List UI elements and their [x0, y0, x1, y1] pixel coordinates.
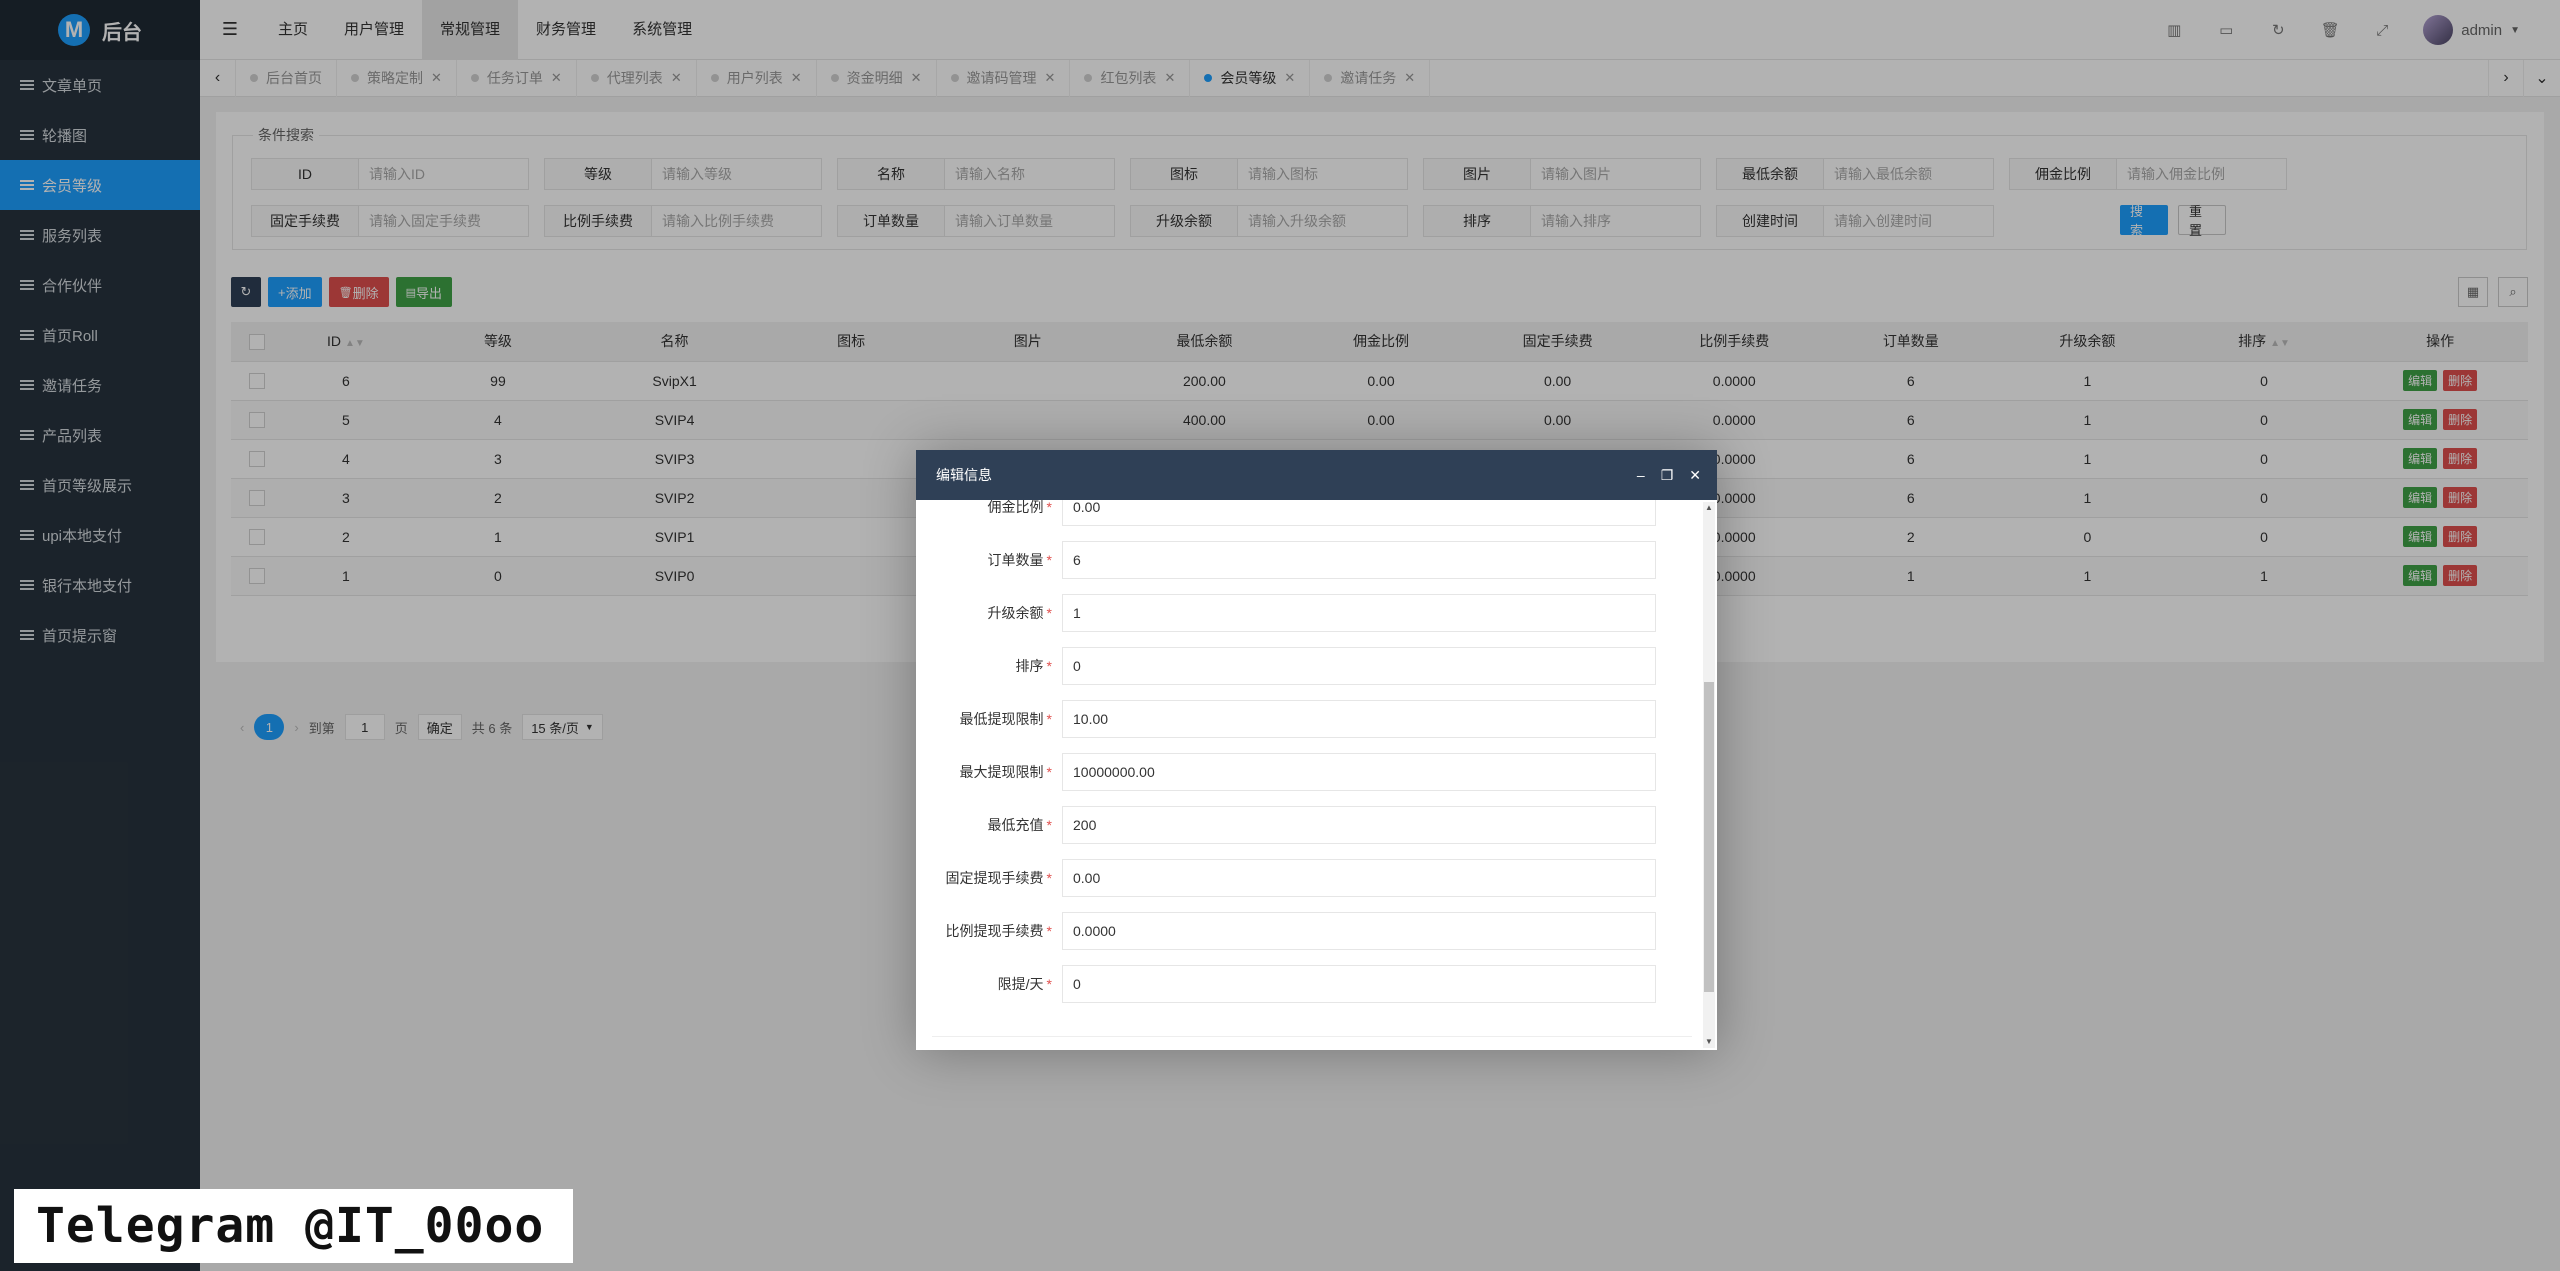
form-row: 固定提现手续费 * 0.00 — [916, 859, 1676, 897]
form-label-text: 佣金比例 — [987, 500, 1044, 515]
required-mark: * — [1046, 500, 1052, 515]
required-mark: * — [1046, 976, 1052, 992]
form-row: 最低充值 * 200 — [916, 806, 1676, 844]
form-row: 比例提现手续费 * 0.0000 — [916, 912, 1676, 950]
required-mark: * — [1046, 764, 1052, 780]
form-label-text: 订单数量 — [987, 552, 1044, 568]
form-label-text: 最低充值 — [987, 817, 1044, 833]
form-label: 限提/天 * — [916, 974, 1056, 994]
form-row: 最低提现限制 * 10.00 — [916, 700, 1676, 738]
form-input[interactable]: 0.00 — [1062, 859, 1656, 897]
form-row: 升级余额 * 1 — [916, 594, 1676, 632]
form-divider — [932, 1036, 1692, 1037]
required-mark: * — [1046, 711, 1052, 727]
form-row: 佣金比例 * 0.00 — [916, 500, 1676, 526]
scroll-down-icon[interactable]: ▼ — [1703, 1036, 1715, 1048]
form-label: 固定提现手续费 * — [916, 868, 1056, 888]
form-input[interactable]: 200 — [1062, 806, 1656, 844]
modal-body: 佣金比例 * 0.00 订单数量 * 6 升级余额 * 1 排序 * 0 最低提现限制 * 10.00 最大提… — [916, 500, 1717, 1050]
required-mark: * — [1046, 923, 1052, 939]
edit-modal: 编辑信息 – ❐ ✕ 佣金比例 * 0.00 订单数量 * 6 升级余额 * 1 排序 * 0 最低提现… — [916, 450, 1717, 1050]
minimize-icon[interactable]: – — [1637, 467, 1645, 483]
form-input[interactable]: 1 — [1062, 594, 1656, 632]
form-input[interactable]: 0.00 — [1062, 500, 1656, 526]
form-label: 最低充值 * — [916, 815, 1056, 835]
form-input[interactable]: 10000000.00 — [1062, 753, 1656, 791]
form-label: 最大提现限制 * — [916, 762, 1056, 782]
form-label: 最低提现限制 * — [916, 709, 1056, 729]
form-row: 最大提现限制 * 10000000.00 — [916, 753, 1676, 791]
form-label: 佣金比例 * — [916, 500, 1056, 517]
form-label-text: 比例提现手续费 — [945, 923, 1044, 939]
scroll-up-icon[interactable]: ▲ — [1703, 502, 1715, 514]
form-input[interactable]: 10.00 — [1062, 700, 1656, 738]
form-label-text: 升级余额 — [987, 605, 1044, 621]
form-row: 排序 * 0 — [916, 647, 1676, 685]
modal-controls: – ❐ ✕ — [1637, 450, 1701, 500]
form-input[interactable]: 0.0000 — [1062, 912, 1656, 950]
form-label-text: 固定提现手续费 — [945, 870, 1044, 886]
required-mark: * — [1046, 817, 1052, 833]
form-label-text: 最大提现限制 — [959, 764, 1044, 780]
required-mark: * — [1046, 870, 1052, 886]
form-label: 订单数量 * — [916, 550, 1056, 570]
form-label-text: 最低提现限制 — [959, 711, 1044, 727]
form-input[interactable]: 0 — [1062, 647, 1656, 685]
required-mark: * — [1046, 658, 1052, 674]
watermark: Telegram @IT_00oo — [14, 1189, 573, 1263]
form-label: 排序 * — [916, 656, 1056, 676]
scroll-thumb[interactable] — [1704, 682, 1714, 992]
maximize-icon[interactable]: ❐ — [1661, 467, 1674, 484]
modal-header[interactable]: 编辑信息 — [916, 450, 1717, 500]
form-label: 升级余额 * — [916, 603, 1056, 623]
modal-scrollbar[interactable]: ▲ ▼ — [1703, 502, 1715, 1048]
close-icon[interactable]: ✕ — [1689, 467, 1701, 484]
required-mark: * — [1046, 605, 1052, 621]
form-row: 订单数量 * 6 — [916, 541, 1676, 579]
modal-title: 编辑信息 — [936, 467, 992, 483]
form-label: 比例提现手续费 * — [916, 921, 1056, 941]
form-input[interactable]: 0 — [1062, 965, 1656, 1003]
form-row: 限提/天 * 0 — [916, 965, 1676, 1003]
form-label-text: 排序 — [1015, 658, 1044, 674]
form-input[interactable]: 6 — [1062, 541, 1656, 579]
form-label-text: 限提/天 — [997, 976, 1044, 992]
required-mark: * — [1046, 552, 1052, 568]
